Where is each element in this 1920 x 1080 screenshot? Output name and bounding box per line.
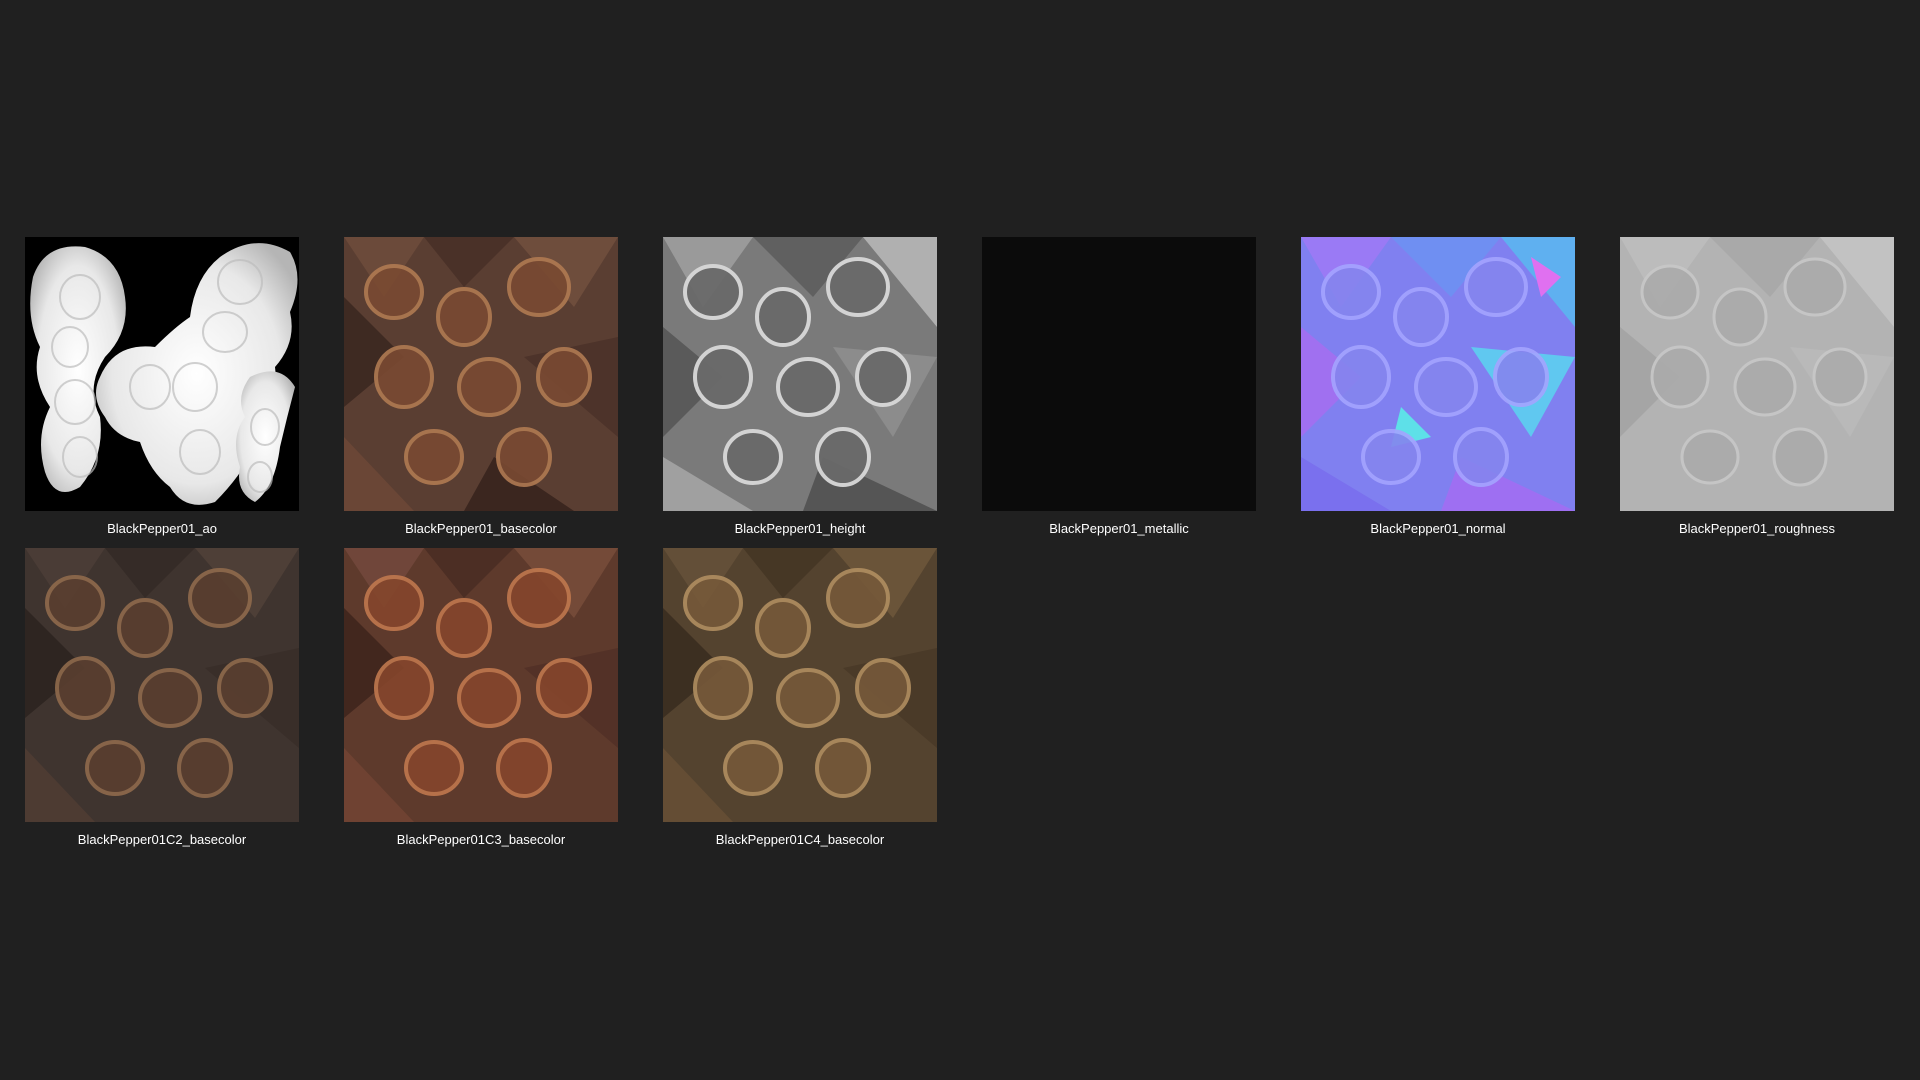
ao-texture-image: [25, 237, 299, 511]
file-tile-height[interactable]: BlackPepper01_height: [663, 237, 937, 537]
file-name-label: BlackPepper01_basecolor: [405, 521, 557, 536]
roughness-texture-image: [1620, 237, 1894, 511]
basecolor-texture-image: [344, 237, 618, 511]
file-tile-basecolor[interactable]: BlackPepper01_basecolor: [344, 237, 618, 537]
file-name-label: BlackPepper01C4_basecolor: [715, 832, 885, 847]
file-tile-basecolor-c4[interactable]: BlackPepper01C4_basecolor: [663, 548, 937, 848]
file-name-label: BlackPepper01_normal: [1370, 521, 1506, 536]
file-tile-roughness[interactable]: BlackPepper01_roughness: [1620, 237, 1894, 537]
thumbnail-ao-map: [25, 237, 299, 511]
file-name-label: BlackPepper01C3_basecolor: [396, 832, 566, 847]
file-name-label: BlackPepper01_height: [734, 521, 866, 536]
file-name-label: BlackPepper01_ao: [107, 521, 217, 536]
file-tile-ao[interactable]: BlackPepper01_ao: [25, 237, 299, 537]
metallic-texture-image: [982, 237, 1256, 511]
file-name-label: BlackPepper01C2_basecolor: [77, 832, 247, 847]
thumbnail-metallic-map: [982, 237, 1256, 511]
basecolor-c4-texture-image: [663, 548, 937, 822]
thumbnail-basecolor-map: [344, 237, 618, 511]
file-tile-normal[interactable]: BlackPepper01_normal: [1301, 237, 1575, 537]
file-browser-view: BlackPepper01_ao BlackPepper01_basecolor…: [0, 0, 1920, 1080]
file-name-label: BlackPepper01_roughness: [1678, 521, 1836, 536]
thumbnail-roughness-map: [1620, 237, 1894, 511]
height-texture-image: [663, 237, 937, 511]
file-tile-basecolor-c2[interactable]: BlackPepper01C2_basecolor: [25, 548, 299, 848]
basecolor-c3-texture-image: [344, 548, 618, 822]
thumbnail-basecolor-c4-map: [663, 548, 937, 822]
file-tile-basecolor-c3[interactable]: BlackPepper01C3_basecolor: [344, 548, 618, 848]
thumbnail-normal-map: [1301, 237, 1575, 511]
file-name-label: BlackPepper01_metallic: [1049, 521, 1189, 536]
thumbnail-basecolor-c3-map: [344, 548, 618, 822]
file-tile-metallic[interactable]: BlackPepper01_metallic: [982, 237, 1256, 537]
normal-texture-image: [1301, 237, 1575, 511]
thumbnail-basecolor-c2-map: [25, 548, 299, 822]
thumbnail-grid: BlackPepper01_ao BlackPepper01_basecolor…: [0, 0, 1920, 1080]
basecolor-c2-texture-image: [25, 548, 299, 822]
thumbnail-height-map: [663, 237, 937, 511]
